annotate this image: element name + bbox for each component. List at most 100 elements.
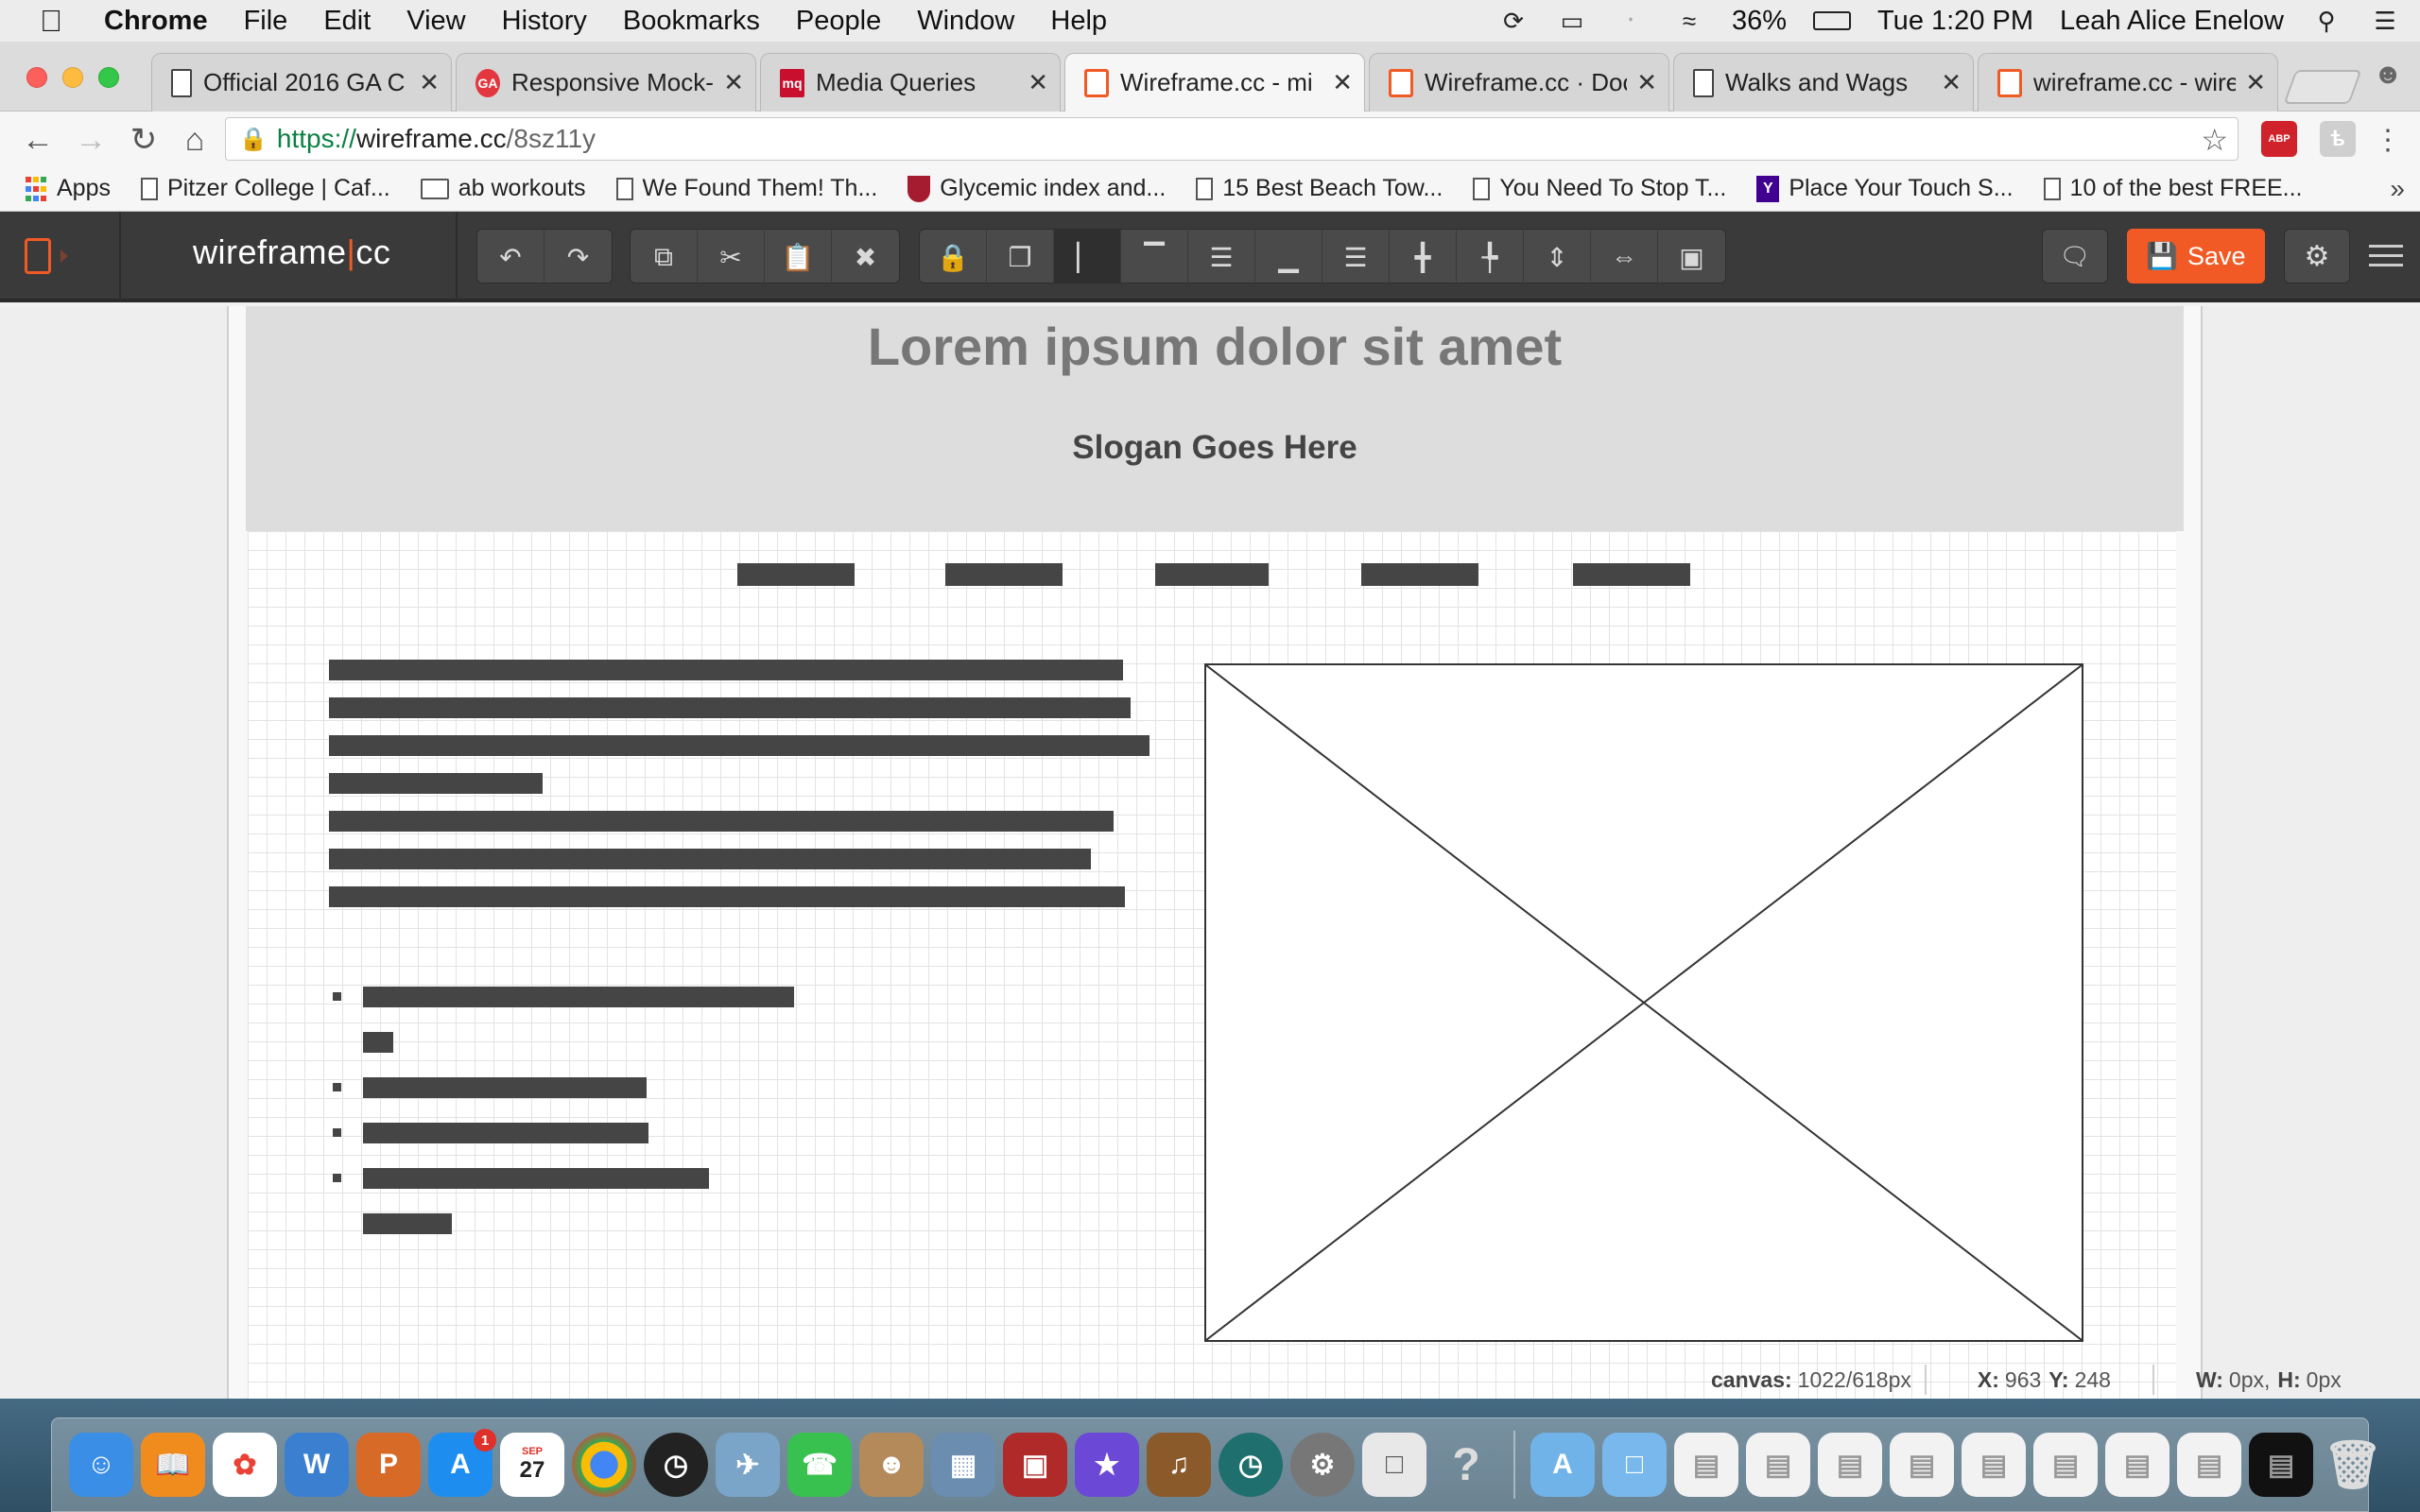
menu-history[interactable]: History: [502, 6, 587, 37]
spotlight-icon[interactable]: ⚲: [2310, 7, 2342, 35]
powerpoint-icon[interactable]: P: [356, 1433, 421, 1497]
align-left-edge-icon[interactable]: ▏: [1054, 230, 1121, 283]
nav-placeholder[interactable]: [1573, 563, 1690, 586]
word-icon[interactable]: W: [285, 1433, 349, 1497]
bookmark-glycemic[interactable]: Glycemic index and...: [908, 175, 1166, 202]
bookmark-apps[interactable]: Apps: [25, 175, 111, 202]
bookmark-pitzer[interactable]: Pitzer College | Caf...: [140, 175, 390, 202]
close-tab-icon[interactable]: ✕: [1636, 68, 1657, 97]
trash-icon[interactable]: 🗑: [2321, 1433, 2385, 1497]
zoom-window-button[interactable]: [98, 67, 119, 88]
preview-icon[interactable]: ✈: [716, 1433, 780, 1497]
distribute-vertical-icon[interactable]: ⇕: [1524, 230, 1591, 283]
tab-walks-and-wags[interactable]: Walks and Wags ✕: [1673, 53, 1974, 112]
tab-official-ga[interactable]: Official 2016 GA C ✕: [151, 53, 452, 112]
cut-icon[interactable]: ✂: [698, 230, 765, 283]
bookmark-touch[interactable]: Y Place Your Touch S...: [1756, 175, 2014, 202]
airplay-icon[interactable]: ▭: [1556, 7, 1588, 35]
adblock-plus-icon[interactable]: ABP: [2261, 121, 2297, 157]
imovie-icon[interactable]: ★: [1075, 1433, 1139, 1497]
photos-icon[interactable]: ✿: [213, 1433, 277, 1497]
applications-folder-icon[interactable]: A: [1530, 1433, 1595, 1497]
address-bar[interactable]: 🔒 https:// wireframe.cc /8sz11y ☆: [225, 117, 2238, 161]
tab-wireframe-doc[interactable]: Wireframe.cc · Doc ✕: [1369, 53, 1669, 112]
image-capture-icon[interactable]: ▦: [931, 1433, 995, 1497]
close-window-button[interactable]: [26, 67, 47, 88]
time-machine-icon[interactable]: ◷: [1219, 1433, 1283, 1497]
new-tab-button[interactable]: [2283, 70, 2362, 104]
nav-placeholder[interactable]: [1361, 563, 1478, 586]
bookmark-ab-workouts[interactable]: ab workouts: [420, 175, 586, 202]
save-button[interactable]: 💾 Save: [2127, 229, 2265, 284]
align-vertical-center-icon[interactable]: ╋: [1390, 230, 1457, 283]
close-tab-icon[interactable]: ✕: [1332, 68, 1353, 97]
bookmark-beach-towels[interactable]: 15 Best Beach Tow...: [1196, 175, 1443, 202]
minimized-window-thumb[interactable]: ▤: [2177, 1433, 2241, 1497]
menu-file[interactable]: File: [244, 6, 288, 37]
align-left-icon[interactable]: ☰: [1188, 230, 1255, 283]
redo-icon[interactable]: ↷: [544, 230, 612, 283]
settings-gears-icon[interactable]: ⚙: [2284, 229, 2350, 284]
extension-icon[interactable]: ѣ: [2320, 121, 2356, 157]
calendar-icon[interactable]: SEP 27: [500, 1433, 564, 1497]
profile-icon[interactable]: ☻: [2369, 59, 2407, 96]
close-tab-icon[interactable]: ✕: [419, 68, 440, 97]
more-bookmarks-icon[interactable]: »: [2390, 174, 2405, 204]
tab-responsive-mockup[interactable]: GA Responsive Mock-u ✕: [456, 53, 756, 112]
device-selector-button[interactable]: [25, 232, 87, 280]
tab-media-queries[interactable]: mq Media Queries ✕: [760, 53, 1061, 112]
home-icon[interactable]: ⌂: [174, 119, 216, 161]
hero-title[interactable]: Lorem ipsum dolor sit amet: [246, 316, 2184, 377]
nav-placeholder[interactable]: [737, 563, 855, 586]
align-right-icon[interactable]: ☰: [1322, 230, 1390, 283]
nav-placeholder[interactable]: [945, 563, 1063, 586]
minimized-window-thumb[interactable]: ▤: [2105, 1433, 2169, 1497]
minimized-window-thumb[interactable]: ▤: [1818, 1433, 1882, 1497]
close-tab-icon[interactable]: ✕: [2245, 68, 2266, 97]
minimized-window-thumb[interactable]: ▤: [1746, 1433, 1810, 1497]
minimized-window-thumb[interactable]: ▤: [2033, 1433, 2098, 1497]
bluetooth-icon[interactable]: ᛫: [1615, 7, 1647, 35]
dashboard-icon[interactable]: ◷: [644, 1433, 708, 1497]
garageband-icon[interactable]: ♫: [1147, 1433, 1211, 1497]
chrome-menu-icon[interactable]: ⋮: [2367, 119, 2409, 161]
undo-icon[interactable]: ↶: [477, 230, 544, 283]
photo-booth-icon[interactable]: ▣: [1003, 1433, 1067, 1497]
delete-icon[interactable]: ✖: [832, 230, 899, 283]
group-icon[interactable]: ▣: [1658, 230, 1725, 283]
slogan-text[interactable]: Slogan Goes Here: [246, 429, 2184, 467]
reload-icon[interactable]: ↻: [123, 119, 164, 161]
tab-wireframe-wire[interactable]: wireframe.cc - wire ✕: [1978, 53, 2278, 112]
facetime-icon[interactable]: ☎: [787, 1433, 852, 1497]
documents-folder-icon[interactable]: □: [1602, 1433, 1667, 1497]
back-arrow-icon[interactable]: ←: [17, 119, 59, 161]
minimized-window-thumb[interactable]: ▤: [1890, 1433, 1954, 1497]
bookmark-stop[interactable]: You Need To Stop T...: [1473, 175, 1726, 202]
contacts-icon[interactable]: ☻: [859, 1433, 924, 1497]
tab-wireframe-active[interactable]: Wireframe.cc - mi ✕: [1064, 53, 1365, 112]
minimized-window-thumb[interactable]: ▤: [2249, 1433, 2313, 1497]
wifi-icon[interactable]: ≈: [1673, 7, 1705, 35]
image-placeholder[interactable]: [1204, 663, 2083, 1342]
comment-icon[interactable]: 🗨: [2042, 229, 2108, 284]
menu-app-name[interactable]: Chrome: [104, 6, 208, 37]
clock[interactable]: Tue 1:20 PM: [1877, 6, 2033, 37]
minimized-window-thumb[interactable]: ▤: [1962, 1433, 2026, 1497]
menu-window[interactable]: Window: [917, 6, 1014, 37]
sync-icon[interactable]: ⟳: [1497, 7, 1530, 35]
minimized-window-thumb[interactable]: ▤: [1674, 1433, 1738, 1497]
bring-front-icon[interactable]: ❐: [987, 230, 1054, 283]
menu-view[interactable]: View: [406, 6, 465, 37]
notification-center-icon[interactable]: ☰: [2369, 7, 2401, 35]
close-tab-icon[interactable]: ✕: [1028, 68, 1048, 97]
menu-edit[interactable]: Edit: [323, 6, 371, 37]
align-top-icon[interactable]: ▔: [1121, 230, 1188, 283]
align-horizontal-center-icon[interactable]: ╄: [1457, 230, 1524, 283]
nav-placeholder[interactable]: [1155, 563, 1269, 586]
bookmark-free[interactable]: 10 of the best FREE...: [2043, 175, 2303, 202]
close-tab-icon[interactable]: ✕: [1941, 68, 1962, 97]
app-store-icon[interactable]: A1: [428, 1429, 496, 1497]
menu-bookmarks[interactable]: Bookmarks: [623, 6, 760, 37]
battery-icon[interactable]: [1813, 11, 1852, 30]
apple-menu-icon[interactable]: : [23, 4, 79, 39]
